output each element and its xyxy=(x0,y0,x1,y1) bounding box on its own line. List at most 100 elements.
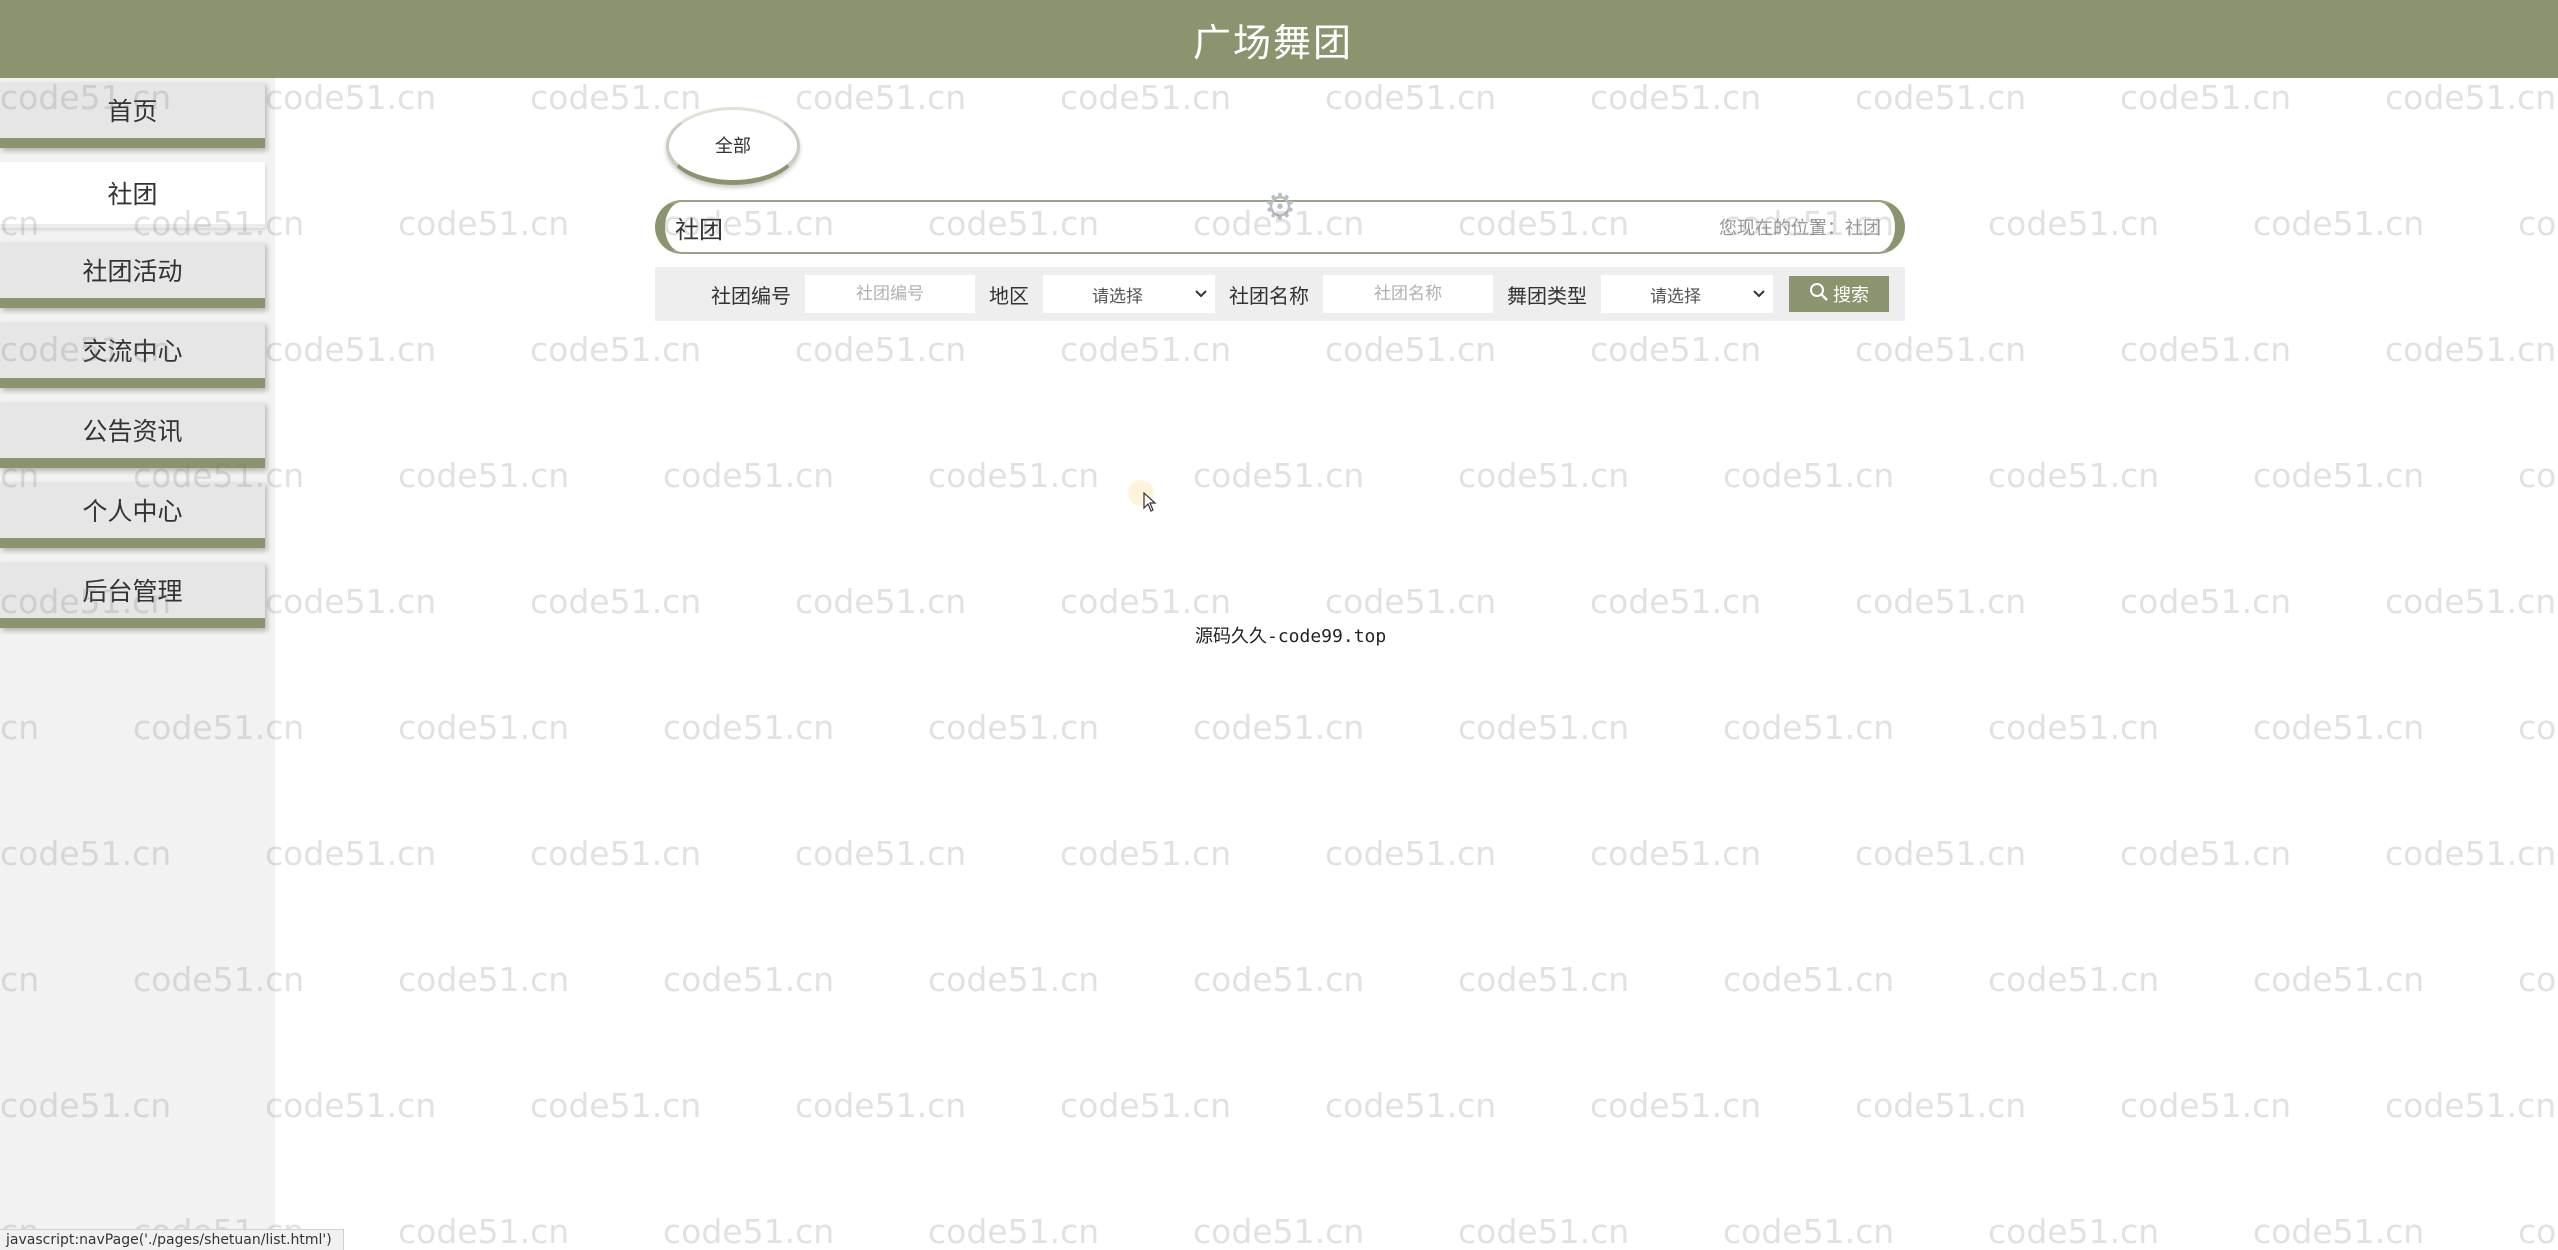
footer-credit: 源码久久-code99.top xyxy=(1195,626,1387,647)
search-button-label: 搜索 xyxy=(1833,285,1869,306)
watermark-text: code51.cn xyxy=(663,456,835,495)
watermark-text: code51.cn xyxy=(2253,456,2425,495)
watermark-text: code51.cn xyxy=(2120,1086,2292,1125)
watermark-text: code51.cn xyxy=(2120,582,2292,621)
watermark-text: code51.cn xyxy=(928,708,1100,747)
gear-icon: ⚙ xyxy=(1263,187,1297,228)
watermark-text: code51.cn xyxy=(928,960,1100,999)
watermark-text: code51.cn xyxy=(2385,78,2557,117)
watermark-text: code51.cn xyxy=(1060,1086,1232,1125)
club-no-label: 社团编号 xyxy=(711,283,791,308)
watermark-text: code51.cn xyxy=(2518,204,2558,243)
category-label: 全部 xyxy=(715,136,751,157)
sidebar-item-label: 首页 xyxy=(107,97,158,126)
watermark-text: code51.cn xyxy=(1590,1086,1762,1125)
watermark-text: code51.cn xyxy=(795,834,967,873)
watermark-text: code51.cn xyxy=(1988,1212,2160,1250)
app-header: 广场舞团 xyxy=(0,0,2558,78)
watermark-text: code51.cn xyxy=(398,960,570,999)
watermark-text: code51.cn xyxy=(1723,1212,1895,1250)
watermark-text: code51.cn xyxy=(1590,834,1762,873)
region-label: 地区 xyxy=(989,283,1029,308)
watermark-text: code51.cn xyxy=(2120,78,2292,117)
club-no-input[interactable] xyxy=(805,275,975,313)
watermark-text: code51.cn xyxy=(265,834,437,873)
watermark-text: code51.cn xyxy=(1723,456,1895,495)
site-title: 广场舞团 xyxy=(1192,20,1353,65)
watermark-text: code51.cn xyxy=(795,78,967,117)
watermark-text: code51.cn xyxy=(398,456,570,495)
sidebar-item-clubs[interactable]: 社团 xyxy=(0,162,265,228)
sidebar-item-label: 后台管理 xyxy=(82,577,183,606)
watermark-text: code51.cn xyxy=(1193,456,1365,495)
region-select[interactable]: 请选择 xyxy=(1043,275,1215,313)
chevron-down-icon xyxy=(1752,284,1766,304)
watermark-text: code51.cn xyxy=(2385,330,2557,369)
watermark-text: code51.cn xyxy=(2253,708,2425,747)
watermark-text: code51.cn xyxy=(1590,582,1762,621)
watermark-text: code51.cn xyxy=(1855,330,2027,369)
sidebar-item-label: 社团 xyxy=(107,180,158,209)
page-title: 社团 xyxy=(675,215,723,244)
watermark-text: code51.cn xyxy=(1988,960,2160,999)
watermark-text: code51.cn xyxy=(1325,78,1497,117)
watermark-text: code51.cn xyxy=(1590,330,1762,369)
watermark-text: code51.cn xyxy=(2518,1212,2558,1250)
region-select-value: 请选择 xyxy=(1092,286,1143,307)
sidebar-item-club-activities[interactable]: 社团活动 xyxy=(0,242,265,308)
breadcrumb-location: 您现在的位置：社团 xyxy=(1719,218,1881,239)
watermark-text: code51.cn xyxy=(2120,834,2292,873)
sidebar-item-forum[interactable]: 交流中心 xyxy=(0,322,265,388)
chevron-down-icon xyxy=(1194,284,1208,304)
browser-status-bar: javascript:navPage('./pages/shetuan/list… xyxy=(0,1229,344,1250)
watermark-text: code51.cn xyxy=(663,708,835,747)
watermark-text: code51.cn xyxy=(1855,834,2027,873)
watermark-text: code51.cn xyxy=(2253,204,2425,243)
watermark-text: code51.cn xyxy=(398,708,570,747)
watermark-text: code51.cn xyxy=(2253,960,2425,999)
watermark-text: code51.cn xyxy=(1988,204,2160,243)
watermark-text: code51.cn xyxy=(2518,708,2558,747)
watermark-text: code51.cn xyxy=(1855,78,2027,117)
watermark-text: code51.cn xyxy=(1458,456,1630,495)
watermark-text: code51.cn xyxy=(1193,1212,1365,1250)
watermark-text: code51.cn xyxy=(2518,456,2558,495)
watermark-text: code51.cn xyxy=(1325,582,1497,621)
watermark-text: code51.cn xyxy=(2120,330,2292,369)
sidebar-nav: 首页 社团 社团活动 交流中心 公告资讯 个人中心 后台管理 xyxy=(0,78,275,1250)
watermark-text: code51.cn xyxy=(398,1212,570,1250)
sidebar-item-profile[interactable]: 个人中心 xyxy=(0,482,265,548)
sidebar-item-admin[interactable]: 后台管理 xyxy=(0,562,265,628)
watermark-text: code51.cn xyxy=(530,330,702,369)
watermark-text: code51.cn xyxy=(398,204,570,243)
sidebar-item-label: 个人中心 xyxy=(82,497,183,526)
watermark-text: code51.cn xyxy=(928,456,1100,495)
watermark-text: code51.cn xyxy=(1325,330,1497,369)
club-name-input[interactable] xyxy=(1323,275,1493,313)
watermark-text: code51.cn xyxy=(2385,1086,2557,1125)
sidebar-item-label: 社团活动 xyxy=(82,257,183,286)
sidebar-item-home[interactable]: 首页 xyxy=(0,82,265,148)
category-all-button[interactable]: 全部 xyxy=(666,107,800,185)
sidebar-item-label: 公告资讯 xyxy=(82,417,183,446)
watermark-text: code51.cn xyxy=(1723,708,1895,747)
watermark-text: code51.cn xyxy=(1325,834,1497,873)
watermark-text: code51.cn xyxy=(530,1086,702,1125)
watermark-text: code51.cn xyxy=(1193,960,1365,999)
dance-type-label: 舞团类型 xyxy=(1507,283,1587,308)
watermark-text: code51.cn xyxy=(265,582,437,621)
search-button[interactable]: 搜索 xyxy=(1789,276,1889,312)
dance-type-select-value: 请选择 xyxy=(1650,286,1701,307)
watermark-text: code51.cn xyxy=(2385,834,2557,873)
watermark-text: code51.cn xyxy=(663,1212,835,1250)
mouse-pointer-icon xyxy=(1143,491,1157,512)
watermark-text: code51.cn xyxy=(928,1212,1100,1250)
watermark-text: code51.cn xyxy=(265,1086,437,1125)
club-name-label: 社团名称 xyxy=(1229,283,1309,308)
watermark-text: code51.cn xyxy=(2518,960,2558,999)
dance-type-select[interactable]: 请选择 xyxy=(1601,275,1773,313)
sidebar-item-news[interactable]: 公告资讯 xyxy=(0,402,265,468)
watermark-text: code51.cn xyxy=(1060,78,1232,117)
watermark-text: code51.cn xyxy=(1855,582,2027,621)
sidebar-item-label: 交流中心 xyxy=(82,337,183,366)
